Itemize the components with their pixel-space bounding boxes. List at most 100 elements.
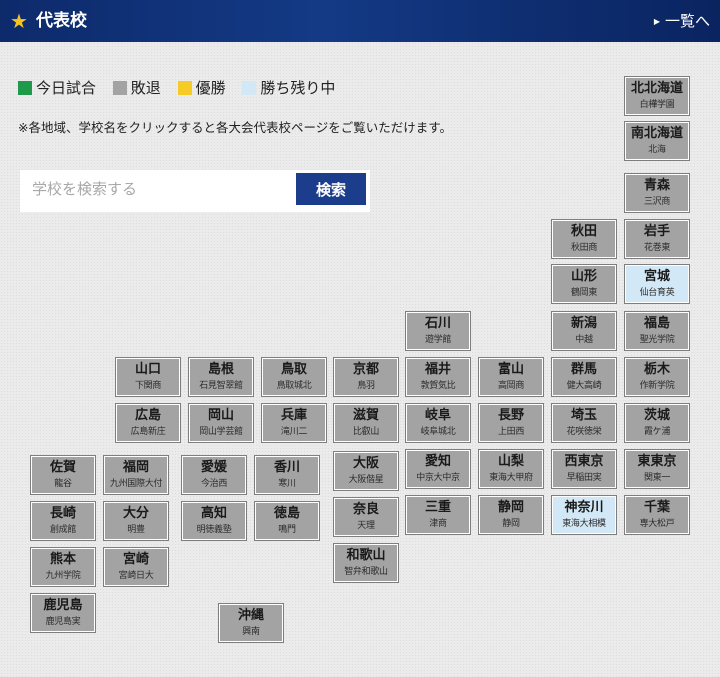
school-name[interactable]: 龍谷: [32, 478, 94, 491]
school-name[interactable]: 今治西: [183, 478, 245, 491]
school-name[interactable]: 石見智翠館: [190, 380, 252, 393]
school-name[interactable]: 広島新庄: [117, 426, 179, 439]
pref-tile-chiba[interactable]: 千葉 専大松戸: [625, 496, 689, 534]
school-name[interactable]: 滝川二: [263, 426, 325, 439]
school-name[interactable]: 上田西: [480, 426, 542, 439]
pref-name: 青森: [643, 178, 670, 193]
school-name[interactable]: 白樺学園: [626, 99, 688, 112]
pref-tile-yamagata[interactable]: 山形 鶴岡東: [552, 265, 616, 303]
pref-tile-fukui[interactable]: 福井 敦賀気比: [406, 358, 470, 396]
school-name[interactable]: 霞ケ浦: [626, 426, 688, 439]
school-name[interactable]: 智弁和歌山: [335, 566, 397, 579]
school-name[interactable]: 中越: [553, 334, 615, 347]
pref-tile-mie[interactable]: 三重 津商: [406, 496, 470, 534]
school-name[interactable]: 三沢商: [626, 196, 688, 209]
pref-tile-aomori[interactable]: 青森 三沢商: [625, 174, 689, 212]
school-name[interactable]: 創成館: [32, 524, 94, 537]
pref-tile-gifu[interactable]: 岐阜 岐阜城北: [406, 404, 470, 442]
school-name[interactable]: 中京大中京: [407, 472, 469, 485]
school-name[interactable]: 寒川: [256, 478, 318, 491]
school-name[interactable]: 明豊: [105, 524, 167, 537]
pref-name: 滋賀: [352, 408, 379, 423]
pref-tile-kochi[interactable]: 高知 明徳義塾: [182, 502, 246, 540]
pref-tile-gunma[interactable]: 群馬 健大高崎: [552, 358, 616, 396]
school-name[interactable]: 九州国際大付: [105, 478, 167, 491]
pref-tile-okayama[interactable]: 岡山 岡山学芸館: [189, 404, 253, 442]
school-name[interactable]: 宮崎日大: [105, 570, 167, 583]
pref-tile-akita[interactable]: 秋田 秋田商: [552, 220, 616, 258]
school-name[interactable]: 東海大甲府: [480, 472, 542, 485]
school-name[interactable]: 津商: [407, 518, 469, 531]
pref-tile-saitama[interactable]: 埼玉 花咲徳栄: [552, 404, 616, 442]
school-name[interactable]: 鳥羽: [335, 380, 397, 393]
pref-tile-shimane[interactable]: 島根 石見智翠館: [189, 358, 253, 396]
school-name[interactable]: 敦賀気比: [407, 380, 469, 393]
school-name[interactable]: 早稲田実: [553, 472, 615, 485]
pref-tile-osaka[interactable]: 大阪 大阪偕星: [334, 452, 398, 490]
pref-tile-ehime[interactable]: 愛媛 今治西: [182, 456, 246, 494]
pref-tile-okinawa[interactable]: 沖縄 興南: [219, 604, 283, 642]
pref-tile-ishikawa[interactable]: 石川 遊学館: [406, 312, 470, 350]
pref-tile-oita[interactable]: 大分 明豊: [104, 502, 168, 540]
pref-tile-hyogo[interactable]: 兵庫 滝川二: [262, 404, 326, 442]
pref-tile-miyagi[interactable]: 宮城 仙台育英: [625, 265, 689, 303]
school-name[interactable]: 遊学館: [407, 334, 469, 347]
pref-tile-hiroshima[interactable]: 広島 広島新庄: [116, 404, 180, 442]
pref-tile-minamihokkaido[interactable]: 南北海道 北海: [625, 122, 689, 160]
pref-tile-nagasaki[interactable]: 長崎 創成館: [31, 502, 95, 540]
school-name[interactable]: 鹿児島実: [32, 616, 94, 629]
pref-tile-yamaguchi[interactable]: 山口 下関商: [116, 358, 180, 396]
pref-tile-niigata[interactable]: 新潟 中越: [552, 312, 616, 350]
school-name[interactable]: 関東一: [626, 472, 688, 485]
school-name[interactable]: 専大松戸: [626, 518, 688, 531]
pref-tile-miyazaki[interactable]: 宮崎 宮崎日大: [104, 548, 168, 586]
school-name[interactable]: 静岡: [480, 518, 542, 531]
school-name[interactable]: 下関商: [117, 380, 179, 393]
pref-tile-yamanashi[interactable]: 山梨 東海大甲府: [479, 450, 543, 488]
pref-tile-aichi[interactable]: 愛知 中京大中京: [406, 450, 470, 488]
school-name[interactable]: 比叡山: [335, 426, 397, 439]
pref-tile-iwate[interactable]: 岩手 花巻東: [625, 220, 689, 258]
pref-tile-kagawa[interactable]: 香川 寒川: [255, 456, 319, 494]
pref-tile-kumamoto[interactable]: 熊本 九州学院: [31, 548, 95, 586]
pref-tile-fukushima[interactable]: 福島 聖光学院: [625, 312, 689, 350]
pref-tile-nishitokyo[interactable]: 西東京 早稲田実: [552, 450, 616, 488]
school-name[interactable]: 岐阜城北: [407, 426, 469, 439]
pref-tile-higashitokyo[interactable]: 東東京 関東一: [625, 450, 689, 488]
school-name[interactable]: 東海大相模: [553, 518, 615, 531]
pref-tile-fukuoka[interactable]: 福岡 九州国際大付: [104, 456, 168, 494]
school-name[interactable]: 聖光学院: [626, 334, 688, 347]
school-name[interactable]: 秋田商: [553, 242, 615, 255]
school-name[interactable]: 九州学院: [32, 570, 94, 583]
pref-tile-kitahokkaido[interactable]: 北北海道 白樺学園: [625, 77, 689, 115]
pref-tile-saga[interactable]: 佐賀 龍谷: [31, 456, 95, 494]
pref-tile-kagoshima[interactable]: 鹿児島 鹿児島実: [31, 594, 95, 632]
school-name[interactable]: 天理: [335, 520, 397, 533]
pref-tile-toyama[interactable]: 富山 高岡商: [479, 358, 543, 396]
school-name[interactable]: 岡山学芸館: [190, 426, 252, 439]
pref-tile-shiga[interactable]: 滋賀 比叡山: [334, 404, 398, 442]
school-name[interactable]: 高岡商: [480, 380, 542, 393]
pref-tile-wakayama[interactable]: 和歌山 智弁和歌山: [334, 544, 398, 582]
school-name[interactable]: 大阪偕星: [335, 474, 397, 487]
pref-tile-nara[interactable]: 奈良 天理: [334, 498, 398, 536]
school-name[interactable]: 作新学院: [626, 380, 688, 393]
school-name[interactable]: 明徳義塾: [183, 524, 245, 537]
pref-tile-tokushima[interactable]: 徳島 鳴門: [255, 502, 319, 540]
pref-tile-nagano[interactable]: 長野 上田西: [479, 404, 543, 442]
school-name[interactable]: 鳥取城北: [263, 380, 325, 393]
pref-tile-kanagawa[interactable]: 神奈川 東海大相模: [552, 496, 616, 534]
pref-tile-kyoto[interactable]: 京都 鳥羽: [334, 358, 398, 396]
school-name[interactable]: 北海: [626, 144, 688, 157]
school-name[interactable]: 仙台育英: [626, 287, 688, 300]
pref-tile-tottori[interactable]: 鳥取 鳥取城北: [262, 358, 326, 396]
pref-tile-tochigi[interactable]: 栃木 作新学院: [625, 358, 689, 396]
school-name[interactable]: 鶴岡東: [553, 287, 615, 300]
pref-tile-shizuoka[interactable]: 静岡 静岡: [479, 496, 543, 534]
school-name[interactable]: 花咲徳栄: [553, 426, 615, 439]
school-name[interactable]: 花巻東: [626, 242, 688, 255]
school-name[interactable]: 鳴門: [256, 524, 318, 537]
school-name[interactable]: 健大高崎: [553, 380, 615, 393]
school-name[interactable]: 興南: [220, 626, 282, 639]
pref-tile-ibaraki[interactable]: 茨城 霞ケ浦: [625, 404, 689, 442]
